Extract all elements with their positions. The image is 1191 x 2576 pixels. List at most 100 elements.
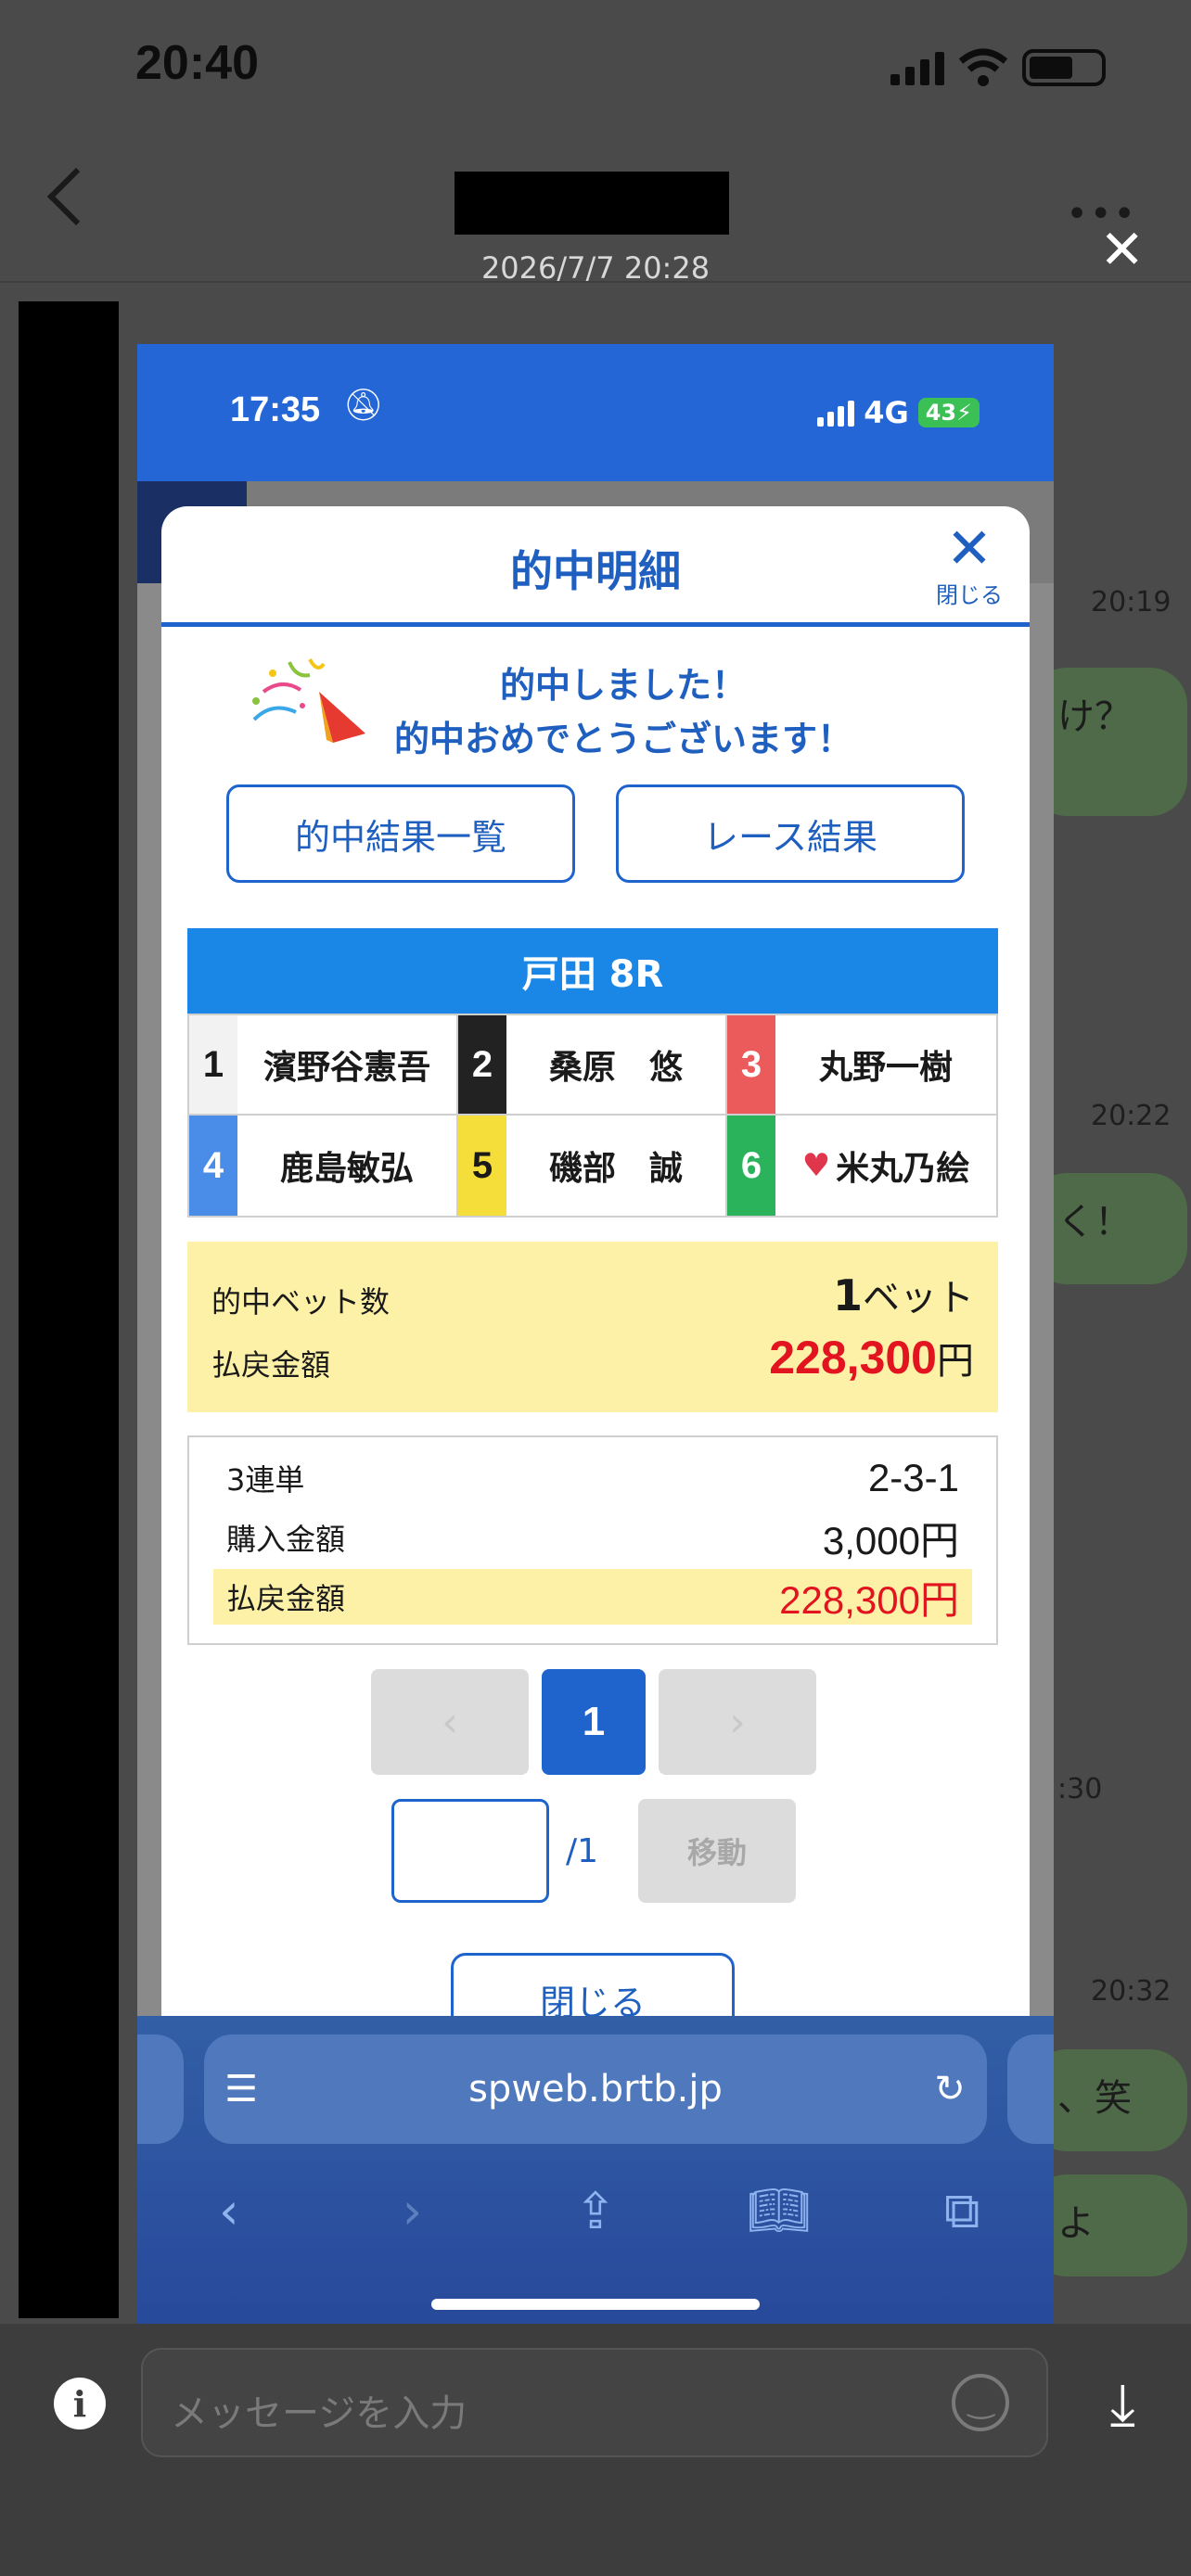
back-icon[interactable]: ‹ <box>183 2182 275 2240</box>
racer-cell: 6 ♥ 米丸乃絵 <box>727 1116 996 1216</box>
racer-name: 桑原 悠 <box>506 1015 725 1114</box>
race-results-button[interactable]: レース結果 <box>616 784 965 883</box>
chat-header: ••• 2026/7/7 20:28 ✕ <box>0 139 1191 286</box>
purchase-row: 購入金額 3,000円 <box>213 1510 972 1565</box>
status-bar: 20:40 <box>0 0 1191 139</box>
modal-header: 的中明細 ✕ 閉じる <box>161 506 1030 627</box>
racer-grid: 1 濱野谷憲吾 2 桑原 悠 3 丸野一樹 4 鹿島敏弘 5 磯部 誠 6 ♥ 米… <box>187 1014 998 1218</box>
message-text: け？ <box>1057 695 1132 738</box>
battery-icon: 43⚡︎ <box>917 398 980 427</box>
redacted-title <box>455 172 729 235</box>
racer-cell: 2 桑原 悠 <box>458 1015 727 1116</box>
message-time: :30 <box>1057 1773 1103 1805</box>
image-date: 2026/7/7 20:28 <box>480 250 711 286</box>
jump-button[interactable]: 移動 <box>638 1799 796 1903</box>
lane-number: 1 <box>189 1015 237 1114</box>
message-placeholder: メッセージを入力 <box>171 2392 467 2435</box>
prev-page-button[interactable]: ‹ <box>371 1669 529 1775</box>
racer-cell: 3 丸野一樹 <box>727 1015 996 1116</box>
reload-icon[interactable]: ↻ <box>913 2068 987 2111</box>
signal-icon <box>817 399 855 427</box>
lane-number: 6 <box>727 1116 775 1216</box>
battery-level: 43 <box>925 400 957 426</box>
bet-type-row: 3連単 2-3-1 <box>213 1450 972 1506</box>
hit-details-modal: 的中明細 ✕ 閉じる 的中しました！ 的中おめでとうございます！ 的中結果一覧 … <box>161 506 1030 2175</box>
racer-name: 磯部 誠 <box>506 1116 725 1216</box>
phone-time: 17:35 <box>230 390 321 429</box>
close-icon[interactable]: ✕ <box>1099 218 1145 281</box>
heart-icon: ♥ <box>801 1147 831 1184</box>
payout-unit: 円 <box>937 1340 974 1383</box>
back-icon[interactable] <box>46 167 106 226</box>
racer-name: 鹿島敏弘 <box>237 1116 456 1216</box>
modal-close-button[interactable]: ✕ 閉じる <box>928 521 1011 609</box>
bookmarks-icon[interactable]: 📖︎ <box>733 2181 826 2240</box>
payout-value: 228,300円 <box>769 1331 974 1384</box>
bell-slash-icon: 🔕︎ <box>343 387 384 424</box>
next-page-button[interactable]: › <box>659 1669 816 1775</box>
racer-name: 丸野一樹 <box>775 1015 996 1114</box>
message-text: く！ <box>1057 1201 1132 1243</box>
message-time: 20:22 <box>1091 1100 1172 1132</box>
page-number-input[interactable] <box>391 1799 549 1903</box>
bet-type-value: 2-3-1 <box>867 1456 959 1499</box>
results-list-button[interactable]: 的中結果一覧 <box>226 784 575 883</box>
racer-name-text: 米丸乃絵 <box>836 1150 970 1188</box>
share-icon[interactable]: ⇪ <box>549 2182 642 2240</box>
bet-detail: 3連単 2-3-1 購入金額 3,000円 払戻金額 228,300円 <box>187 1435 998 1645</box>
info-icon[interactable]: i <box>54 2378 106 2429</box>
racer-name: ♥ 米丸乃絵 <box>775 1116 996 1216</box>
bet-count-number: 1 <box>832 1270 863 1320</box>
detail-payout-label: 払戻金額 <box>226 1581 346 1616</box>
modal-title: 的中明細 <box>510 546 681 596</box>
payout-row: 払戻金額 228,300円 <box>211 1331 974 1384</box>
message-time: 20:32 <box>1091 1975 1172 2008</box>
phone-status-icons: 4G 43⚡︎ <box>817 395 980 430</box>
congrats-banner: 的中しました！ 的中おめでとうございます！ <box>161 627 1030 784</box>
message-input[interactable]: メッセージを入力 <box>141 2348 1048 2457</box>
racer-cell: 5 磯部 誠 <box>458 1116 727 1216</box>
chat-input-bar: i メッセージを入力 ⤓ <box>0 2324 1191 2576</box>
page-jump: /1 移動 <box>391 1799 796 1903</box>
detail-payout-row: 払戻金額 228,300円 <box>213 1569 972 1625</box>
congrats-line2: 的中おめでとうございます！ <box>393 719 852 759</box>
action-buttons: 的中結果一覧 レース結果 <box>226 784 965 883</box>
prev-tab-preview[interactable] <box>137 2034 184 2144</box>
tabs-icon[interactable]: ⧉ <box>916 2181 1008 2240</box>
reader-icon[interactable]: ☰ <box>204 2068 278 2111</box>
network-type: 4G <box>864 395 909 430</box>
battery-icon <box>1022 49 1106 86</box>
shared-screenshot[interactable]: 17:35 🔕︎ 4G 43⚡︎ 的中明細 ✕ 閉じる 的中しました！ 的中おめ… <box>137 344 1054 2328</box>
wifi-icon <box>958 48 1008 86</box>
next-tab-preview[interactable] <box>1007 2034 1054 2144</box>
forward-icon[interactable]: › <box>365 2182 458 2240</box>
home-indicator <box>431 2299 760 2310</box>
safari-toolbar: ☰ spweb.brtb.jp ↻ ‹ › ⇪ 📖︎ ⧉ <box>137 2016 1054 2328</box>
lane-number: 4 <box>189 1116 237 1216</box>
hit-summary: 的中ベット数 1ベット 払戻金額 228,300円 <box>187 1242 998 1412</box>
racer-cell: 1 濱野谷憲吾 <box>189 1015 458 1116</box>
detail-payout-value: 228,300円 <box>779 1577 959 1622</box>
bet-type-label: 3連単 <box>226 1462 305 1498</box>
current-page-button[interactable]: 1 <box>542 1669 646 1775</box>
redacted-area <box>19 301 119 2318</box>
bet-count-value: 1ベット <box>833 1268 974 1321</box>
download-icon[interactable]: ⤓ <box>1110 2370 1135 2439</box>
racer-name: 濱野谷憲吾 <box>237 1015 456 1114</box>
bet-count-label: 的中ベット数 <box>211 1284 391 1320</box>
close-label: 閉じる <box>936 582 1003 608</box>
pagination: ‹ 1 › <box>371 1669 816 1775</box>
address-bar[interactable]: ☰ spweb.brtb.jp ↻ <box>204 2034 987 2144</box>
message-time: 20:19 <box>1091 586 1172 618</box>
browser-nav: ‹ › ⇪ 📖︎ ⧉ <box>137 2174 1054 2248</box>
url-text: spweb.brtb.jp <box>468 2068 723 2111</box>
message-text: よ <box>1057 2202 1095 2245</box>
bet-count-unit: ベット <box>863 1277 974 1320</box>
emoji-icon[interactable] <box>952 2374 1009 2431</box>
race-title: 戸田 8R <box>187 928 998 1014</box>
payout-amount: 228,300 <box>769 1332 937 1384</box>
congrats-line1: 的中しました！ <box>499 665 747 706</box>
signal-icon <box>890 50 944 85</box>
lane-number: 3 <box>727 1015 775 1114</box>
purchase-label: 購入金額 <box>226 1522 346 1557</box>
